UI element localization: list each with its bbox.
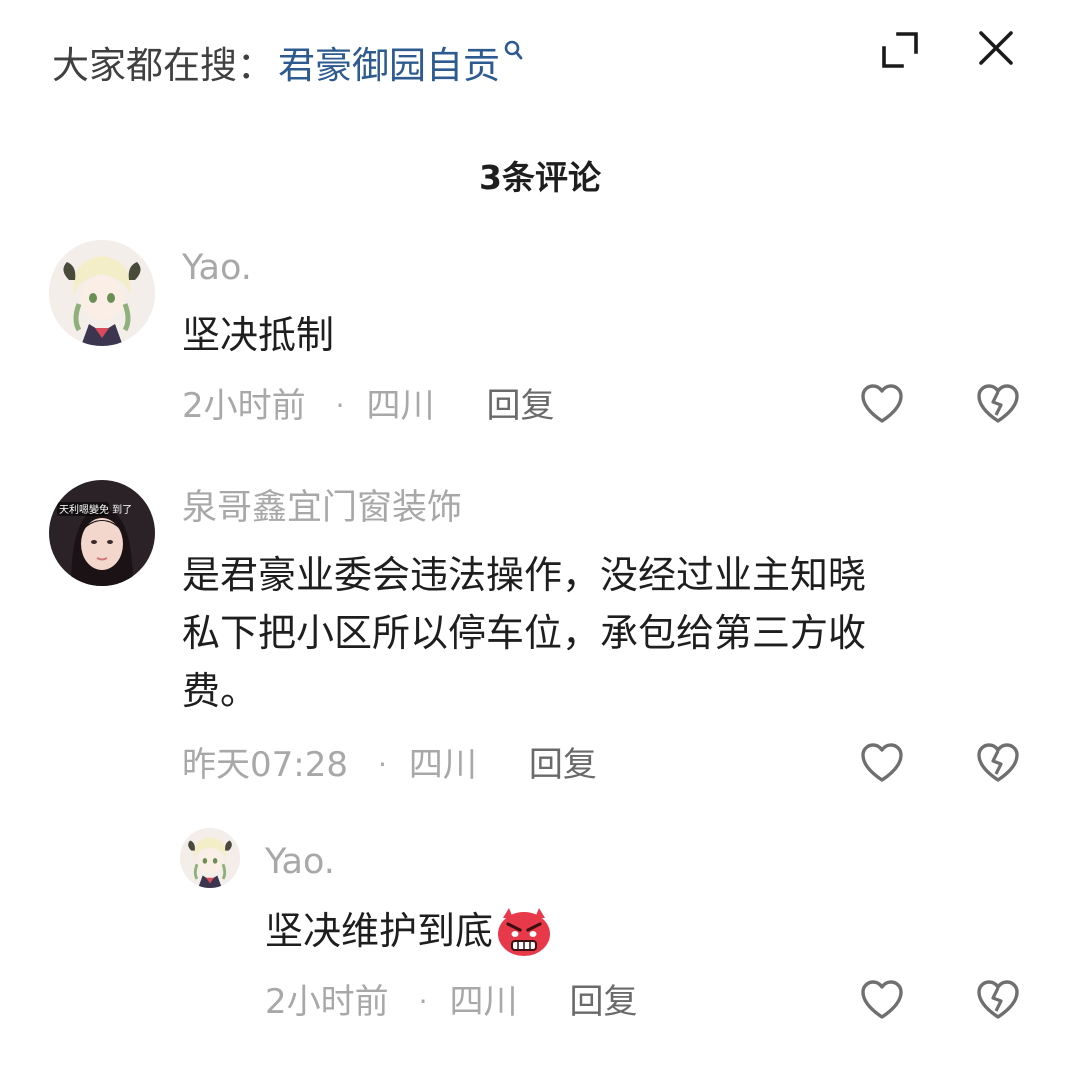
like-heart-icon[interactable] (859, 742, 905, 784)
comment-meta: 昨天07:28 · 四川 回复 (182, 743, 597, 787)
like-heart-icon[interactable] (859, 383, 905, 425)
reply-button[interactable]: 回复 (487, 384, 555, 428)
reply-button[interactable]: 回复 (529, 743, 597, 787)
comments-panel: 大家都在搜： 君豪御园自贡 3条评论 Yao. 坚决抵制 2小时前 · 四川 回… (0, 0, 1080, 1065)
search-icon[interactable] (504, 26, 524, 86)
dislike-broken-heart-icon[interactable] (975, 742, 1021, 784)
comment-time: 2小时前 (182, 386, 306, 426)
comment-meta: 2小时前 · 四川 回复 (265, 980, 638, 1024)
comment-time: 2小时前 (265, 982, 389, 1022)
avatar[interactable] (49, 240, 155, 346)
comment-text-row: 坚决维护到底 (265, 902, 553, 960)
comment-text: 坚决维护到底 (265, 909, 494, 953)
avatar[interactable]: 天利嗯變免 到了 (49, 480, 155, 586)
angry-face-emoji-icon (495, 904, 553, 958)
comment-text-line: 私下把小区所以停车位，承包给第三方收 (182, 611, 867, 655)
comment-location: 四川 (408, 745, 477, 785)
trending-search-term[interactable]: 君豪御园自贡 (278, 36, 500, 96)
comment-text-line: 是君豪业委会违法操作，没经过业主知晓 (182, 553, 867, 597)
comment-text: 是君豪业委会违法操作，没经过业主知晓 私下把小区所以停车位，承包给第三方收 费。 (182, 546, 1042, 720)
dislike-broken-heart-icon[interactable] (975, 979, 1021, 1021)
comment-location: 四川 (449, 982, 518, 1022)
comment-location: 四川 (366, 386, 435, 426)
comment-username[interactable]: Yao. (265, 840, 335, 884)
comment-username[interactable]: Yao. (182, 246, 252, 290)
like-heart-icon[interactable] (859, 979, 905, 1021)
avatar[interactable] (180, 828, 240, 888)
meta-separator: · (377, 748, 387, 781)
comment-username[interactable]: 泉哥鑫宜门窗装饰 (182, 486, 462, 530)
expand-icon[interactable] (878, 28, 922, 72)
trending-search-bar[interactable]: 大家都在搜： 君豪御园自贡 (52, 36, 524, 96)
avatar-overlay-text: 天利嗯變免 到了 (59, 503, 132, 516)
dislike-broken-heart-icon[interactable] (975, 383, 1021, 425)
comment-text-line: 费。 (182, 669, 259, 713)
trending-search-label: 大家都在搜： (52, 44, 274, 87)
meta-separator: · (335, 389, 345, 422)
close-icon[interactable] (976, 28, 1016, 68)
reply-button[interactable]: 回复 (570, 980, 638, 1024)
comment-meta: 2小时前 · 四川 回复 (182, 384, 555, 428)
comment-time: 昨天07:28 (182, 745, 348, 785)
meta-separator: · (418, 985, 428, 1018)
comment-text: 坚决抵制 (182, 313, 335, 357)
comment-count-title: 3条评论 (479, 158, 601, 197)
